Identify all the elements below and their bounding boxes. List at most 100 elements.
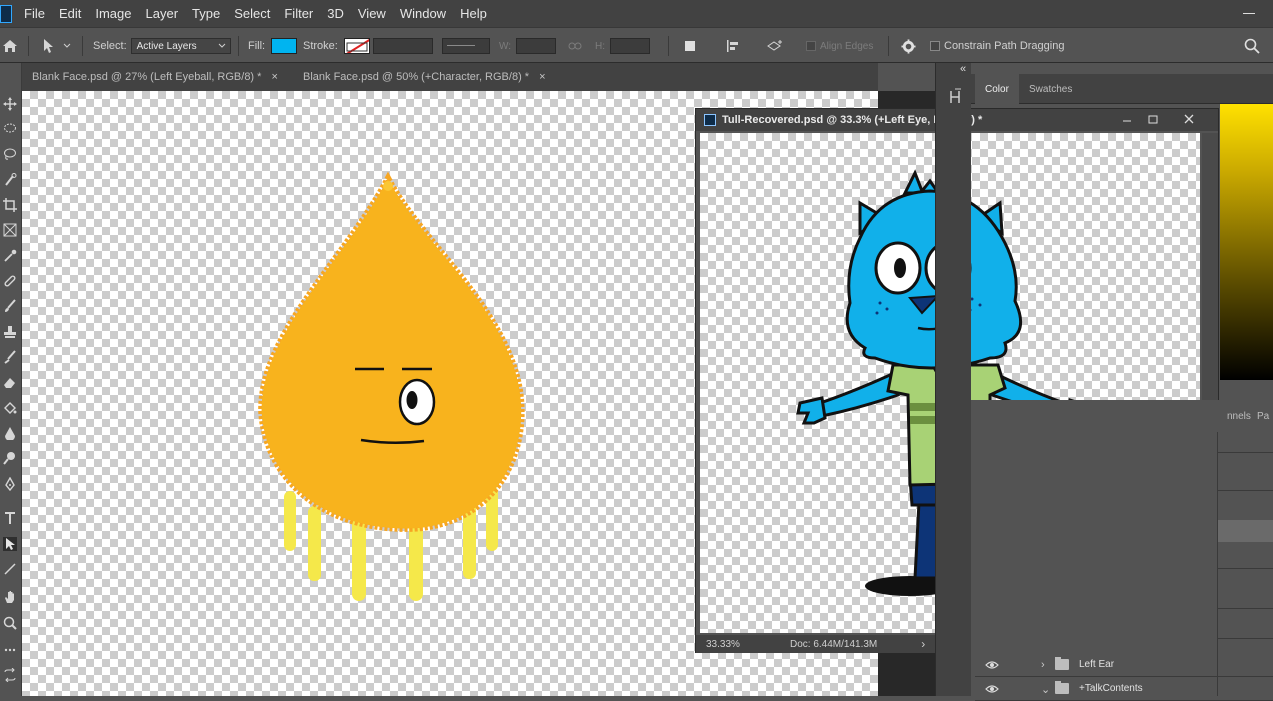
select-dropdown[interactable]: Active Layers [130,38,231,54]
menu-edit[interactable]: Edit [59,6,81,21]
tab-color-label: Color [985,83,1009,95]
minimize-app-button[interactable] [1235,6,1265,20]
move-icon [3,97,17,111]
path-selection-tool[interactable] [3,537,17,551]
chevron-down-icon[interactable]: ⌄ [1041,683,1050,696]
move-tool[interactable] [3,97,17,111]
menu-window[interactable]: Window [400,6,446,21]
eyedropper-tool[interactable] [3,249,17,263]
menu-type[interactable]: Type [192,6,220,21]
shape-tool[interactable] [3,562,17,576]
tab-blank-face-27[interactable]: Blank Face.psd @ 27% (Left Eyeball, RGB/… [22,63,292,91]
menu-help[interactable]: Help [460,6,487,21]
photoshop-logo-icon[interactable] [0,4,12,23]
close-icon [1184,114,1194,124]
menu-3d[interactable]: 3D [327,6,344,21]
zoom-level[interactable]: 33.33% [706,639,776,650]
constrain-path-checkbox[interactable] [930,41,940,51]
home-button[interactable] [2,28,18,64]
color-picker-field[interactable] [1220,104,1273,380]
clone-stamp-tool[interactable] [3,325,17,339]
menu-layer[interactable]: Layer [146,6,179,21]
dodge-tool[interactable] [3,451,17,465]
no-stroke-icon [346,39,369,53]
tab-color[interactable]: Color [975,74,1019,104]
tab-label: Blank Face.psd @ 50% (+Character, RGB/8)… [303,71,530,83]
pen-tool[interactable] [3,476,17,492]
tab-swatches[interactable]: Swatches [1019,74,1082,104]
hand-tool[interactable] [3,590,17,604]
type-icon [5,512,15,524]
width-field[interactable] [516,38,557,54]
close-icon[interactable]: × [539,71,545,83]
chevron-right-icon[interactable]: › [1041,659,1045,671]
lasso-icon [4,123,16,133]
fill-color-swatch[interactable] [271,38,298,54]
layer-row[interactable]: ⌄ +TalkContents [975,677,1273,701]
tab-paths[interactable]: Pa [1253,400,1273,432]
menu-filter[interactable]: Filter [284,6,313,21]
zoom-icon [3,616,17,630]
eraser-tool[interactable] [3,375,17,389]
menu-file[interactable]: File [24,6,45,21]
layer-name: Left Ear [1079,659,1115,670]
maximize-window-button[interactable] [1140,109,1166,131]
gear-icon[interactable] [901,38,916,54]
lasso-icon [4,148,16,160]
tab-blank-face-50[interactable]: Blank Face.psd @ 50% (+Character, RGB/8)… [293,63,563,91]
zoom-tool[interactable] [3,616,17,630]
eraser-icon [4,378,15,388]
path-operations-icon[interactable] [684,40,696,52]
status-menu-arrow[interactable]: › [921,637,925,651]
stroke-type-dropdown[interactable] [442,38,490,54]
quick-selection-tool[interactable] [3,173,17,187]
paint-bucket-tool[interactable] [3,401,17,415]
menu-view[interactable]: View [358,6,386,21]
height-field[interactable] [610,38,650,54]
minimize-icon [1123,120,1131,122]
frame-tool[interactable] [3,223,17,237]
tab-paths-label: Pa [1257,410,1270,422]
history-brush-tool[interactable] [3,350,17,364]
maximize-icon [1148,115,1158,124]
healing-brush-tool[interactable] [3,274,17,288]
align-edges-checkbox[interactable] [806,41,816,51]
move-tool-preset[interactable] [42,28,72,64]
stroke-color-swatch[interactable] [343,38,370,54]
history-icon[interactable] [947,88,965,106]
visibility-eye-icon[interactable] [985,659,999,671]
type-tool[interactable] [3,511,17,525]
stroke-label: Stroke: [303,40,338,52]
path-arrangement-icon[interactable] [766,38,784,54]
lasso-tool[interactable] [3,122,17,136]
close-icon[interactable]: × [271,71,277,83]
stroke-width-field[interactable] [373,38,433,54]
tab-channels-label: nnels [1227,410,1251,422]
polygonal-lasso-tool[interactable] [3,147,17,161]
droplet-icon [5,427,15,441]
line-shape-icon [4,563,16,575]
history-brush-icon [4,350,16,364]
fill-label: Fill: [248,40,266,52]
minimize-window-button[interactable] [1114,109,1140,131]
crop-tool[interactable] [3,198,17,212]
document-tab-bar: Blank Face.psd @ 27% (Left Eyeball, RGB/… [22,63,878,91]
link-icon[interactable] [568,41,582,51]
swap-colors-button[interactable] [3,667,17,683]
blur-tool[interactable] [3,426,17,441]
layer-name: +TalkContents [1079,683,1143,694]
menu-image[interactable]: Image [95,6,131,21]
expand-panels-icon[interactable]: « [960,63,966,75]
color-panel-tabs: Color Swatches [971,74,1273,104]
arrow-cursor-icon [6,538,15,550]
menu-select[interactable]: Select [234,6,270,21]
brush-tool[interactable] [3,299,17,313]
close-window-button[interactable] [1176,109,1202,131]
visibility-eye-icon[interactable] [985,683,999,695]
more-tools-button[interactable] [3,643,17,657]
layer-row[interactable]: › Left Ear [975,653,1273,677]
path-alignment-icon[interactable] [725,38,741,54]
select-value: Active Layers [136,40,197,52]
constrain-path-label: Constrain Path Dragging [944,40,1065,52]
search-icon[interactable] [1244,38,1260,54]
